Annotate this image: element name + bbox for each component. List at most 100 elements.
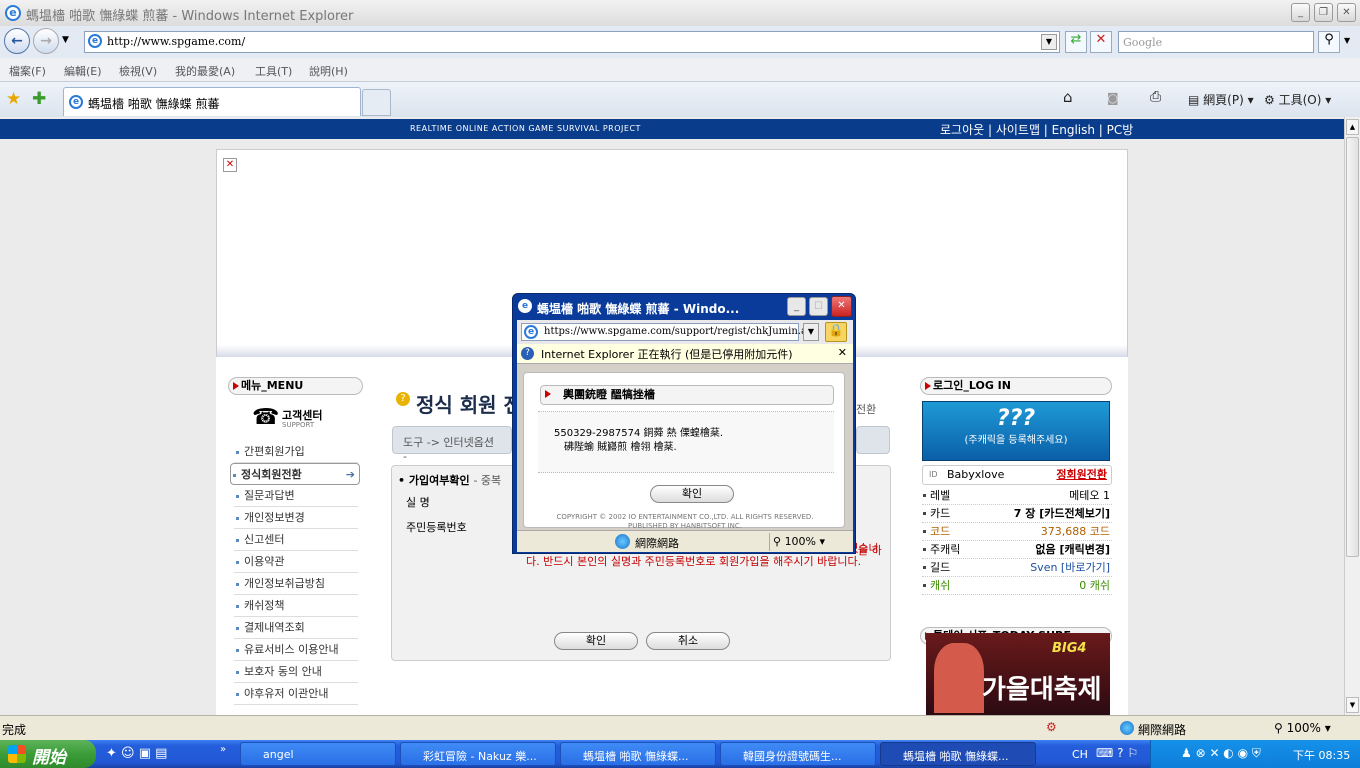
menu-item-yahoo-transfer[interactable]: 야후유저 이관안내: [234, 683, 358, 705]
vertical-scrollbar[interactable]: ▲ ▼: [1344, 117, 1360, 715]
address-text[interactable]: http://www.spgame.com/: [107, 35, 245, 48]
popup-address-field[interactable]: e https://www.spgame.com/support/regist/…: [521, 323, 818, 341]
tools-menu[interactable]: ⚙ 工具(O) ▾: [1264, 91, 1331, 108]
info-bar-close-icon[interactable]: ✕: [838, 346, 847, 359]
page-menu[interactable]: ▤ 網頁(P) ▾: [1188, 91, 1254, 108]
scroll-up-icon[interactable]: ▲: [1346, 119, 1359, 135]
popup-copyright: COPYRIGHT © 2002 IO ENTERTAINMENT CO.,LT…: [556, 513, 814, 521]
taskbar: 開始 ✦ ☺ ▣ ▤ » angel 彩虹冒險 - Nakuz 樂... 螞塭檣…: [0, 740, 1360, 768]
stat-cash-value: 0 캐쉬: [1079, 579, 1110, 592]
new-tab-button[interactable]: [362, 89, 391, 116]
menu-item-payment-history[interactable]: 결제내역조회: [234, 617, 358, 639]
menu-edit[interactable]: 編輯(E): [64, 63, 102, 79]
zoom-control[interactable]: ⚲ 100% ▾: [1274, 721, 1331, 735]
task-spgame-1[interactable]: 螞塭檣 啪歌 憮綠蝶...: [560, 742, 716, 766]
menu-tools[interactable]: 工具(T): [255, 63, 292, 79]
search-options-icon[interactable]: ▼: [1344, 36, 1350, 45]
tab-current[interactable]: e 螞塭檣 啪歌 憮綠蝶 煎蕃: [63, 87, 361, 116]
popup-globe-icon: [615, 534, 630, 549]
section-label-text: 가입여부확인: [408, 474, 470, 487]
stat-main-char-label: 주캐릭: [930, 543, 961, 556]
info-bar-text: Internet Explorer 正在執行 (但是已停用附加元件): [541, 348, 793, 361]
print-icon[interactable]: ⎙: [1150, 89, 1161, 105]
tray-icons[interactable]: ♟ ⊗ ✕ ◐ ◉ ⛨: [1181, 746, 1261, 761]
stat-guild: 길드 Sven [바로가기]: [922, 559, 1112, 577]
favorites-star-icon[interactable]: ★: [6, 89, 21, 109]
member-convert-link[interactable]: 정회원전환: [1056, 466, 1107, 484]
address-bar[interactable]: e http://www.spgame.com/ ▼: [84, 31, 1060, 53]
popup-confirm-button[interactable]: 확인: [650, 485, 734, 503]
task-spgame-1-label: 螞塭檣 啪歌 憮綠蝶...: [583, 750, 689, 763]
menu-item-info-change[interactable]: 개인정보변경: [234, 507, 358, 529]
stat-card-value[interactable]: 7 장 [카드전체보기]: [1014, 505, 1110, 522]
stat-level: 레벨 메테오 1: [922, 487, 1112, 505]
task-angel[interactable]: angel: [240, 742, 396, 766]
search-icon[interactable]: ⚲: [1318, 31, 1340, 53]
menu-item-guardian[interactable]: 보호자 동의 안내: [234, 661, 358, 683]
page-icon: e: [88, 34, 102, 48]
close-button[interactable]: ✕: [1337, 3, 1356, 22]
refresh-icon[interactable]: ⇄: [1065, 31, 1087, 53]
info-bar[interactable]: ? Internet Explorer 正在執行 (但是已停用附加元件) ✕: [517, 344, 853, 364]
stat-main-char-value[interactable]: 없음 [캐릭변경]: [1035, 541, 1110, 558]
privacy-icon[interactable]: ⚙: [1046, 720, 1057, 734]
forward-button[interactable]: →: [33, 28, 59, 54]
task-spgame-2[interactable]: 螞塭檣 啪歌 憮綠蝶...: [880, 742, 1036, 766]
breadcrumb-end: [856, 426, 890, 454]
system-tray: ♟ ⊗ ✕ ◐ ◉ ⛨ 下午 08:35: [1150, 740, 1360, 768]
maximize-button[interactable]: ❐: [1314, 3, 1333, 22]
menu-item-paid-service[interactable]: 유료서비스 이용안내: [234, 639, 358, 661]
confirm-button[interactable]: 확인: [554, 632, 638, 650]
popup-address-dropdown-icon[interactable]: ▼: [803, 323, 819, 341]
menu-item-privacy[interactable]: 개인정보취급방침: [234, 573, 358, 595]
popup-minimize-button[interactable]: _: [787, 297, 806, 316]
lock-icon[interactable]: 🔒: [825, 322, 847, 342]
stat-code: 코드 373,688 코드: [922, 523, 1112, 541]
tab-ie-icon: e: [69, 95, 83, 109]
promo-badge: BIG4: [1052, 641, 1087, 656]
scroll-thumb[interactable]: [1346, 137, 1359, 557]
menu-favorites[interactable]: 我的最愛(A): [175, 63, 235, 79]
start-button[interactable]: 開始: [0, 740, 96, 768]
minimize-button[interactable]: _: [1291, 3, 1310, 22]
zone-text: 網際網路: [1138, 723, 1187, 737]
task-rainbow[interactable]: 彩虹冒險 - Nakuz 樂...: [400, 742, 556, 766]
task-korean-id[interactable]: 韓國身份證號碼生...: [720, 742, 876, 766]
back-button[interactable]: ←: [4, 28, 30, 54]
stat-cash: 캐쉬 0 캐쉬: [922, 577, 1112, 595]
cancel-button[interactable]: 취소: [646, 632, 730, 650]
menu-item-terms[interactable]: 이용약관: [234, 551, 358, 573]
promo-text: 가을대축제: [982, 675, 1102, 705]
stat-guild-value[interactable]: Sven [바로가기]: [1030, 559, 1110, 576]
quicklaunch-more-icon[interactable]: »: [220, 744, 226, 755]
address-dropdown-icon[interactable]: ▼: [1041, 34, 1057, 50]
tab-label: 螞塭檣 啪歌 憮綠蝶 煎蕃: [88, 97, 220, 111]
menu-item-cash-policy[interactable]: 캐쉬정책: [234, 595, 358, 617]
stat-card: 카드 7 장 [카드전체보기]: [922, 505, 1112, 523]
history-dropdown-icon[interactable]: ▼: [62, 35, 69, 45]
menu-view[interactable]: 檢視(V): [119, 63, 157, 79]
top-links[interactable]: 로그아웃 | 사이트맵 | English | PC방: [940, 121, 1133, 138]
menu-item-full-member[interactable]: 정식회원전환 ➔: [230, 463, 360, 485]
popup-maximize-button[interactable]: ☐: [809, 297, 828, 316]
menu-item-report[interactable]: 신고센터: [234, 529, 358, 551]
feeds-icon[interactable]: ◙: [1107, 91, 1119, 105]
menu-file[interactable]: 檔案(F): [9, 63, 46, 79]
site-slogan: REALTIME ONLINE ACTION GAME SURVIVAL PRO…: [410, 124, 641, 133]
menu-item-simple-join[interactable]: 간편회원가입: [234, 441, 358, 463]
popup-close-button[interactable]: ✕: [831, 296, 852, 317]
menu-item-qna[interactable]: 질문과답변: [234, 485, 358, 507]
menu-help[interactable]: 說明(H): [309, 63, 348, 79]
stop-icon[interactable]: ✕: [1090, 31, 1112, 53]
avatar-subtitle: (주캐릭을 등록해주세요): [964, 435, 1068, 446]
language-indicator[interactable]: CH: [1072, 748, 1088, 761]
ime-icons[interactable]: ⌨ ? ⚐: [1096, 746, 1138, 760]
quicklaunch-icons[interactable]: ✦ ☺ ▣ ▤: [106, 746, 167, 761]
add-favorite-icon[interactable]: ✚: [32, 89, 46, 109]
promo-banner[interactable]: BIG4 가을대축제: [926, 633, 1110, 715]
home-icon[interactable]: ⌂: [1063, 88, 1073, 106]
search-input[interactable]: Google: [1118, 31, 1314, 53]
popup-zoom[interactable]: ⚲ 100% ▾: [773, 535, 825, 548]
scroll-down-icon[interactable]: ▼: [1346, 697, 1359, 713]
avatar[interactable]: ??? (주캐릭을 등록해주세요): [922, 401, 1110, 461]
